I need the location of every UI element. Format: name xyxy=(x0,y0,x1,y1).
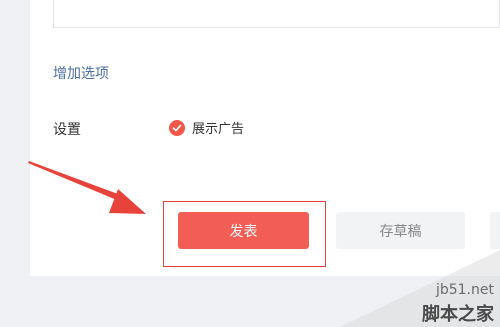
watermark: jb51.net 脚本之家 xyxy=(340,250,500,327)
watermark-name: 脚本之家 xyxy=(422,304,494,325)
watermark-url: jb51.net xyxy=(435,282,494,298)
